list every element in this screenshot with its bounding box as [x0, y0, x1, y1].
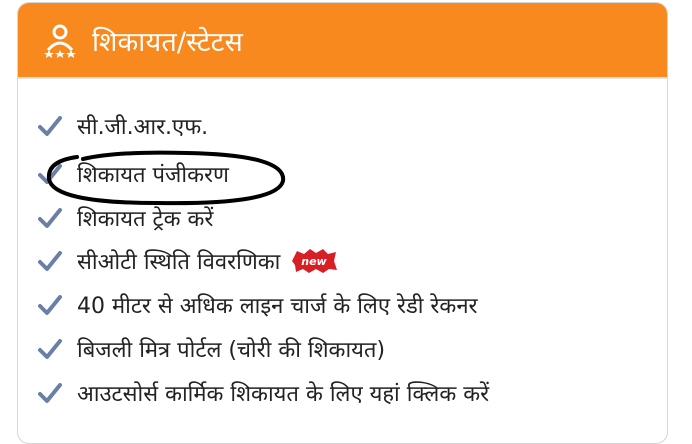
panel-title: शिकायत/स्टेटस: [92, 26, 243, 58]
complaint-link-item[interactable]: शिकायत ट्रेक करें: [37, 198, 213, 238]
complaint-link-label: बिजली मित्र पोर्टल (चोरी की शिकायत): [77, 338, 386, 363]
complaint-link-label: शिकायत पंजीकरण: [77, 163, 229, 188]
complaint-link-item[interactable]: आउटसोर्स कार्मिक शिकायत के लिए यहां क्लि…: [37, 373, 489, 413]
complaint-link-item[interactable]: शिकायत पंजीकरण: [37, 154, 229, 194]
panel-header: शिकायत/स्टेटस: [18, 3, 667, 79]
check-icon: [38, 164, 62, 184]
people-stars-icon: [40, 20, 80, 60]
complaint-link-item[interactable]: बिजली मित्र पोर्टल (चोरी की शिकायत): [37, 329, 385, 369]
check-icon: [38, 116, 62, 136]
check-icon: [38, 295, 62, 315]
complaint-link-label: 40 मीटर से अधिक लाइन चार्ज के लिए रेडी र…: [77, 294, 478, 319]
complaint-link-item[interactable]: सीओटी स्थिति विवरणिका new: [37, 241, 338, 281]
complaint-link-label: शिकायत ट्रेक करें: [77, 207, 214, 232]
complaint-link-label: सीओटी स्थिति विवरणिका: [77, 250, 281, 275]
check-icon: [38, 208, 62, 228]
check-icon: [38, 339, 62, 359]
check-icon: [38, 251, 62, 271]
svg-text:new: new: [302, 255, 328, 268]
complaint-link-item[interactable]: सी.जी.आर.एफ.: [37, 106, 208, 146]
new-badge-icon: new: [292, 249, 338, 273]
complaint-link-label: आउटसोर्स कार्मिक शिकायत के लिए यहां क्लि…: [77, 382, 490, 407]
complaint-link-label: सी.जी.आर.एफ.: [77, 115, 209, 140]
check-icon: [38, 383, 62, 403]
complaint-link-item[interactable]: 40 मीटर से अधिक लाइन चार्ज के लिए रेडी र…: [37, 285, 478, 325]
